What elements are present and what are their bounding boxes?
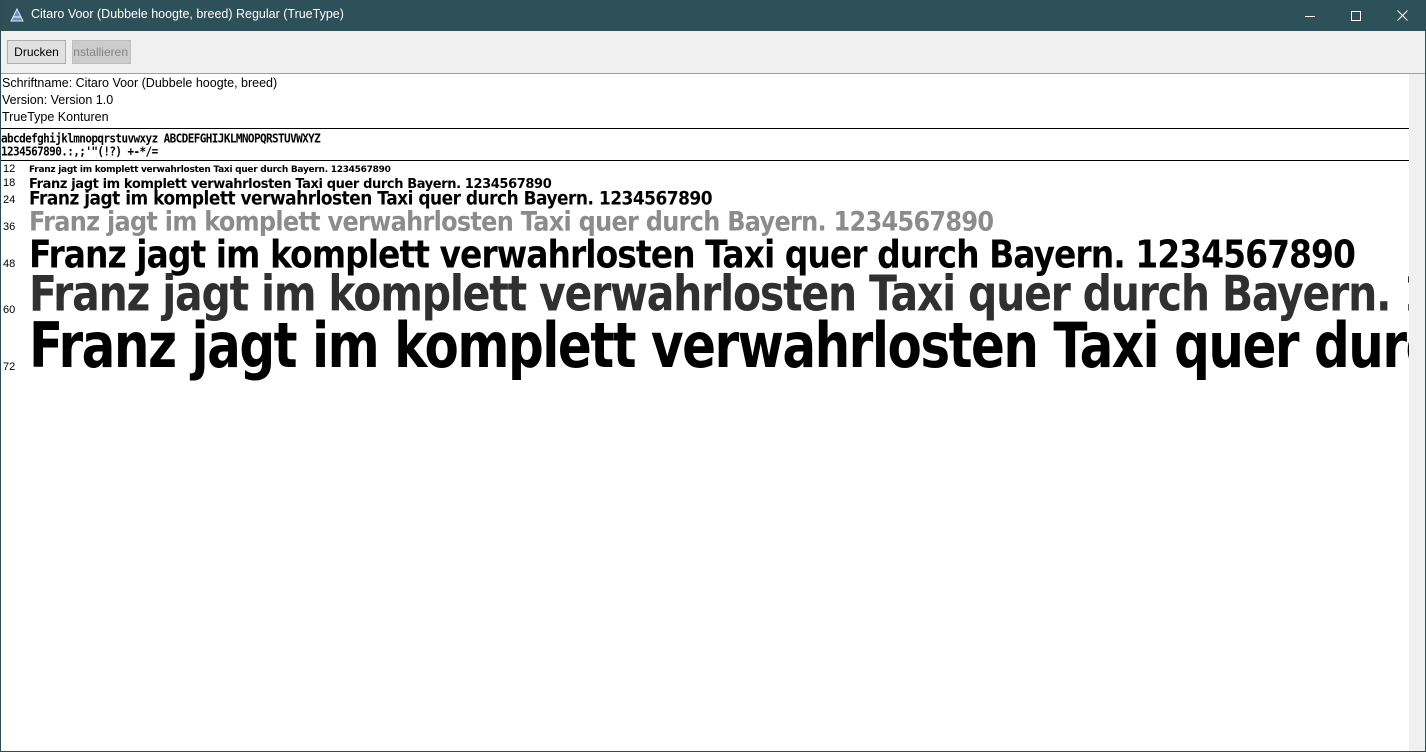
charset-letters: abcdefghijklmnopqrstuvwxyz ABCDEFGHIJKLM… <box>1 130 321 146</box>
font-name-line: Schriftname: Citaro Voor (Dubbele hoogte… <box>2 76 278 90</box>
sample-size-label: 36 <box>3 221 16 233</box>
sample-size-label: 24 <box>3 194 16 206</box>
sample-size-label: 48 <box>3 258 16 270</box>
minimize-icon <box>1305 15 1315 17</box>
install-button[interactable]: nstallieren <box>72 40 131 64</box>
divider <box>1 128 1409 129</box>
sample-size-label: 60 <box>3 304 16 316</box>
window-title: Citaro Voor (Dubbele hoogte, breed) Regu… <box>31 7 344 21</box>
divider <box>1 160 1409 161</box>
sample-text: Franz jagt im komplett verwahrlosten Tax… <box>29 165 391 175</box>
maximize-icon <box>1351 10 1361 21</box>
sample-size-label: 18 <box>3 177 16 189</box>
sample-size-label: 72 <box>3 361 16 373</box>
sample-text: Franz jagt im komplett verwahrlosten Tax… <box>29 309 1409 382</box>
vertical-scrollbar[interactable] <box>1409 74 1425 751</box>
font-preview-area: Schriftname: Citaro Voor (Dubbele hoogte… <box>1 74 1409 751</box>
font-viewer-window: Citaro Voor (Dubbele hoogte, breed) Regu… <box>0 0 1426 752</box>
sample-size-label: 12 <box>3 163 16 175</box>
print-button[interactable]: Drucken <box>7 40 66 64</box>
maximize-button[interactable] <box>1333 0 1379 31</box>
title-bar[interactable]: Citaro Voor (Dubbele hoogte, breed) Regu… <box>1 0 1425 31</box>
close-button[interactable] <box>1379 0 1425 31</box>
font-type-line: TrueType Konturen <box>2 110 109 124</box>
close-icon <box>1396 10 1408 21</box>
toolbar: Drucken nstallieren <box>1 31 1425 74</box>
font-version-line: Version: Version 1.0 <box>2 93 114 107</box>
font-app-icon <box>10 8 24 22</box>
minimize-button[interactable] <box>1287 0 1333 31</box>
charset-digits: 1234567890.:,;'"(!?) +-*/= <box>1 143 158 159</box>
